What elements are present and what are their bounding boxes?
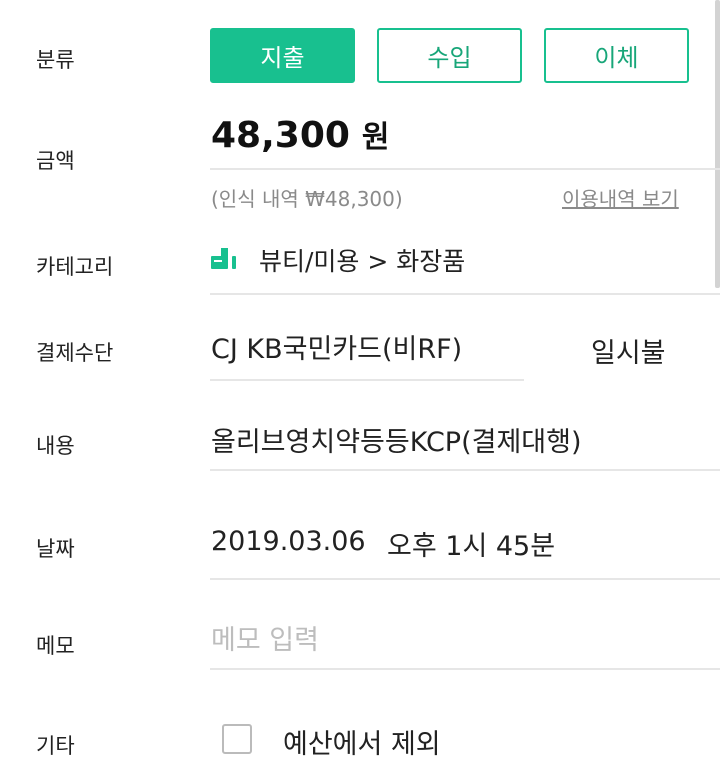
installment-select[interactable]: 일시불	[591, 331, 666, 370]
other-label: 기타	[36, 734, 75, 758]
divider	[210, 168, 720, 170]
memo-label: 메모	[36, 634, 75, 658]
content-label: 내용	[36, 434, 75, 458]
exclude-budget-label[interactable]: 예산에서 제외	[283, 722, 441, 761]
divider	[210, 668, 720, 670]
amount-value: 48,300	[211, 115, 350, 156]
memo-input[interactable]: 메모 입력	[211, 618, 319, 657]
divider	[210, 293, 720, 295]
amount-field[interactable]: 48,300 원	[211, 112, 390, 156]
date-value[interactable]: 2019.03.06	[211, 526, 366, 557]
category-label: 카테고리	[36, 255, 114, 279]
type-label: 분류	[36, 48, 75, 72]
date-label: 날짜	[36, 537, 75, 561]
tab-income[interactable]: 수입	[377, 28, 522, 83]
tab-expense[interactable]: 지출	[210, 28, 355, 83]
payment-label: 결제수단	[36, 341, 114, 365]
divider	[210, 469, 720, 471]
divider	[210, 578, 720, 580]
divider	[210, 379, 524, 381]
amount-label: 금액	[36, 149, 75, 173]
recognized-amount: (인식 내역 ₩48,300)	[211, 187, 403, 211]
amount-unit: 원	[361, 120, 390, 155]
payment-card-select[interactable]: CJ KB국민카드(비RF)	[211, 327, 462, 366]
scrollbar[interactable]	[715, 0, 720, 288]
beauty-category-icon	[211, 246, 237, 270]
exclude-budget-checkbox[interactable]	[222, 724, 252, 754]
view-history-link[interactable]: 이용내역 보기	[562, 183, 679, 212]
category-value[interactable]: 뷰티/미용 > 화장품	[259, 242, 465, 278]
content-input[interactable]: 올리브영치약등등KCP(결제대행)	[211, 420, 582, 459]
time-value[interactable]: 오후 1시 45분	[387, 524, 555, 563]
tab-transfer[interactable]: 이체	[544, 28, 689, 83]
